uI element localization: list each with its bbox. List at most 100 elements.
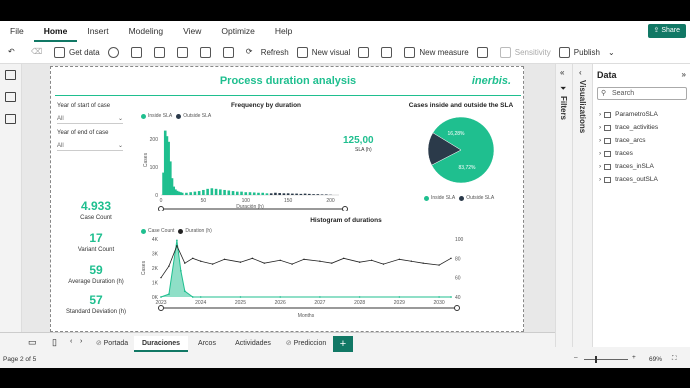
table-icon: [604, 111, 612, 118]
kpi-variant-count-label: Variant Count: [77, 247, 115, 253]
view-switcher: [0, 64, 22, 347]
menu-insert[interactable]: Insert: [77, 21, 118, 42]
y-right-tick-label: 100: [455, 237, 464, 243]
duration-point: [438, 264, 440, 266]
duration-point: [239, 261, 242, 263]
desktop-layout-icon[interactable]: ▭: [28, 337, 37, 348]
case-count-legend-dot: [141, 228, 146, 234]
next-page-icon[interactable]: ›: [80, 338, 82, 345]
inside-sla-bar: [265, 193, 269, 195]
publish-button[interactable]: Publish: [558, 44, 601, 62]
tab-duraciones[interactable]: Duraciones: [134, 336, 188, 352]
duration-point: [331, 262, 333, 264]
expand-visualizations-icon[interactable]: ‹: [579, 68, 582, 77]
slicer-start-year[interactable]: All ⌄: [57, 114, 123, 124]
mobile-layout-icon[interactable]: ▯: [52, 337, 57, 348]
table-name: trace_arcs: [615, 137, 646, 144]
menu-modeling[interactable]: Modeling: [119, 21, 174, 42]
undo-button[interactable]: ↶: [8, 44, 23, 62]
get-data-button[interactable]: Get data: [54, 44, 100, 62]
zoom-in-button[interactable]: +: [632, 354, 636, 361]
pie-outside-legend-label: Outside SLA: [466, 195, 495, 201]
inside-sla-bar: [185, 192, 188, 195]
inside-sla-bar: [240, 191, 243, 195]
text-box-button[interactable]: [358, 44, 373, 62]
zoom-slider-thumb[interactable]: [595, 356, 597, 363]
get-data-label: Get data: [69, 48, 100, 57]
inside-sla-bar: [197, 191, 201, 195]
tab-actividades[interactable]: Actividades: [228, 336, 278, 352]
x-tick-label: 200: [326, 198, 335, 204]
collapse-filters-icon[interactable]: «: [560, 68, 564, 77]
recent-sources-button[interactable]: [199, 44, 215, 62]
table-view-icon[interactable]: [5, 92, 16, 102]
fit-page-icon[interactable]: ⛶: [672, 355, 677, 363]
report-view-icon[interactable]: [5, 70, 16, 80]
table-item[interactable]: › traces: [599, 150, 633, 157]
menu-file[interactable]: File: [0, 21, 34, 42]
prev-page-icon[interactable]: ‹: [70, 338, 72, 345]
slicer-end-year[interactable]: All ⌄: [57, 141, 123, 151]
quick-measure-button[interactable]: [476, 44, 492, 62]
outside-sla-bar: [286, 193, 290, 195]
format-painter-button[interactable]: ⌫: [31, 44, 46, 62]
filter-icon: ⏷: [560, 84, 567, 93]
share-button[interactable]: ⇪ Share: [647, 24, 686, 38]
brush-icon: ⌫: [31, 47, 43, 56]
refresh-button[interactable]: ⟳ Refresh: [246, 44, 289, 62]
menu-help[interactable]: Help: [265, 21, 302, 42]
data-search-input[interactable]: ⚲ Search: [597, 87, 687, 100]
tab-prediccion[interactable]: ⊘ Prediccion: [282, 336, 330, 352]
tab-arcos[interactable]: Arcos: [190, 336, 224, 352]
menu-home[interactable]: Home: [33, 21, 78, 42]
x-tick-label: 50: [201, 198, 207, 204]
ribbon-collapse-button[interactable]: ⌄: [608, 44, 615, 62]
slicer-start-year-value: All: [57, 116, 64, 122]
sensitivity-button[interactable]: Sensitivity: [499, 44, 551, 62]
case-count-point: [438, 296, 440, 298]
model-view-icon[interactable]: [5, 114, 16, 124]
inside-sla-bar: [257, 192, 260, 195]
publish-label: Publish: [573, 48, 601, 57]
zoom-out-button[interactable]: –: [574, 354, 578, 361]
sql-button[interactable]: [153, 44, 169, 62]
inside-sla-bar: [261, 192, 265, 195]
new-visual-button[interactable]: New visual: [296, 44, 350, 62]
dataverse-button[interactable]: [107, 44, 123, 62]
table-item[interactable]: › ParametroSLA: [599, 111, 658, 118]
menu-view[interactable]: View: [173, 21, 211, 42]
y-axis-label: Cases: [141, 260, 147, 275]
tab-portada[interactable]: ⊘ Portada: [92, 336, 132, 352]
zoom-slider[interactable]: [584, 359, 628, 360]
inside-sla-bar: [202, 189, 205, 195]
collapse-data-icon[interactable]: »: [682, 70, 686, 79]
table-item[interactable]: › traces_inSLA: [599, 163, 654, 170]
table-item[interactable]: › trace_arcs: [599, 137, 646, 144]
excel-button[interactable]: [130, 44, 146, 62]
add-page-button[interactable]: +: [333, 336, 353, 352]
inside-sla-bar: [210, 188, 214, 195]
duration-point: [291, 263, 293, 265]
more-visuals-button[interactable]: [381, 44, 396, 62]
table-item[interactable]: › traces_outSLA: [599, 176, 658, 183]
sla-label: SLA (h): [355, 147, 372, 153]
duration-point: [319, 260, 321, 262]
new-measure-button[interactable]: New measure: [404, 44, 469, 62]
case-count-point: [279, 296, 282, 298]
pie-chart[interactable]: 83,72% 16,28%: [426, 115, 496, 185]
y-tick-label: 100: [150, 165, 159, 171]
menu-optimize[interactable]: Optimize: [211, 21, 265, 42]
case-count-point: [450, 296, 452, 298]
enter-data-button[interactable]: [176, 44, 192, 62]
case-count-point: [319, 296, 321, 298]
histogram-chart[interactable]: 0K1K2K3K4K4060801002023 2024 2025 2026 2027 2…: [139, 235, 519, 327]
tab-label: Arcos: [198, 340, 216, 347]
duration-line: [160, 244, 452, 278]
transform-button[interactable]: [222, 44, 238, 62]
visualizations-pane[interactable]: Visualizations ‹: [572, 64, 592, 347]
tab-label: Actividades: [235, 340, 271, 347]
table-item[interactable]: › trace_activities: [599, 124, 658, 131]
ribbon: ↶ ⌫ Get data ⟳ Refresh New visual New mea…: [0, 42, 690, 64]
inside-sla-bar: [235, 191, 239, 195]
filters-pane[interactable]: ⏷ Filters «: [555, 64, 572, 347]
